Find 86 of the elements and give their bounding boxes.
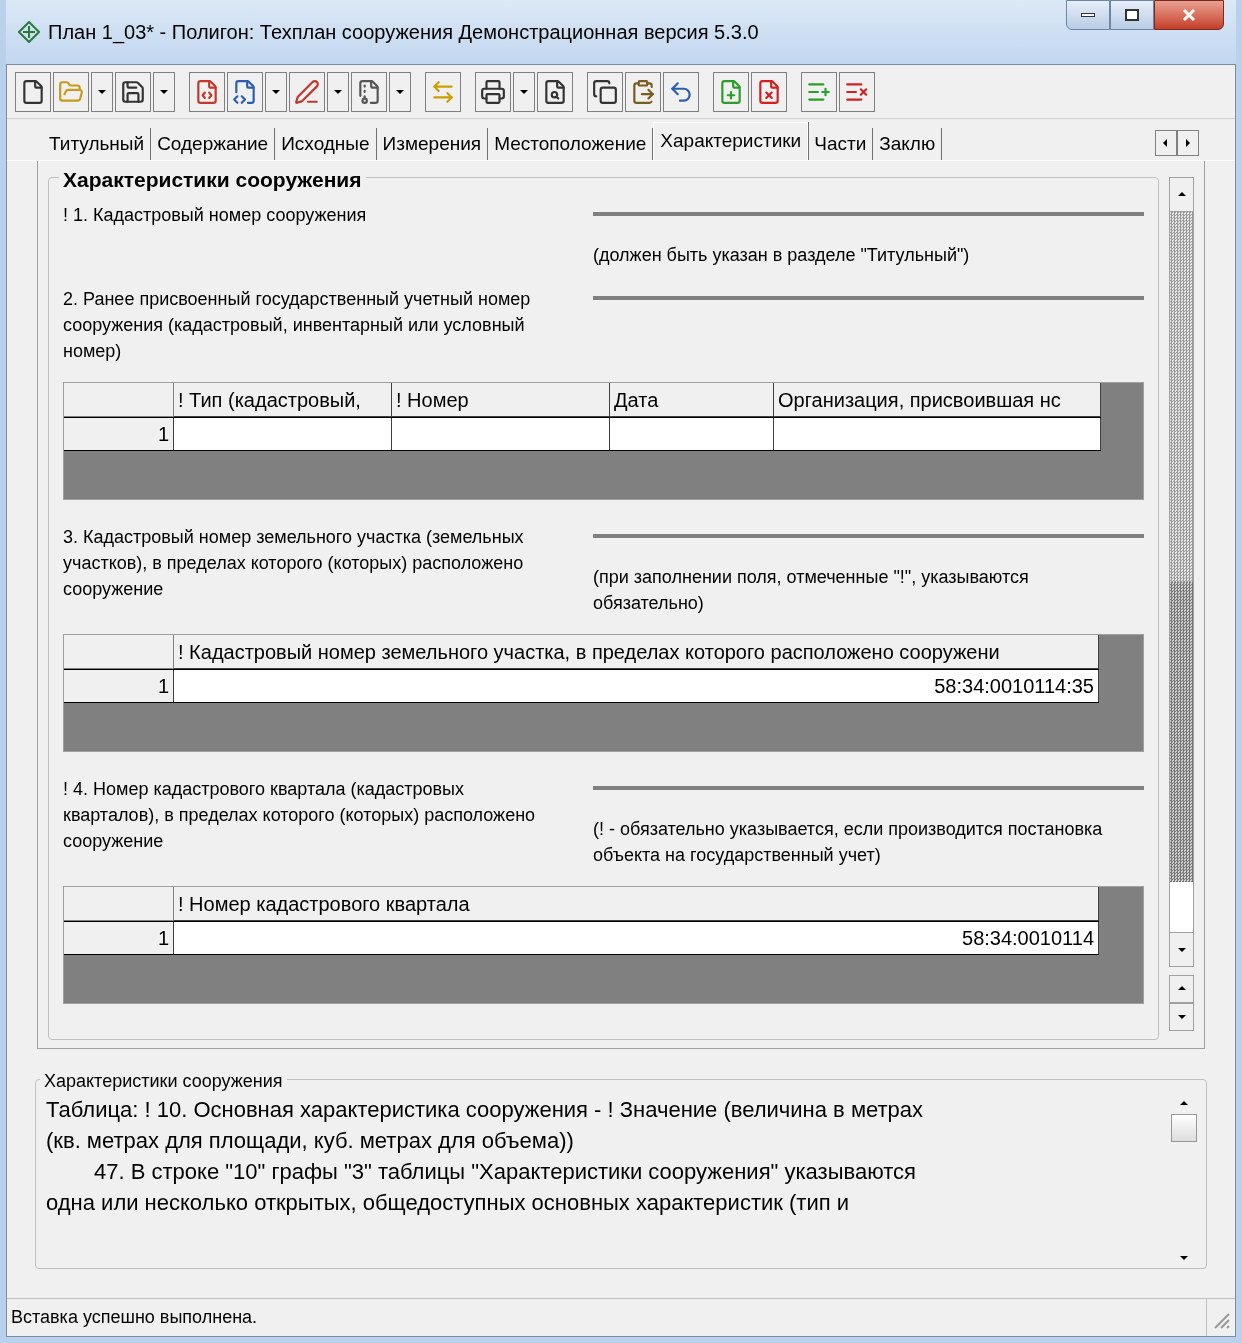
status-text: Вставка успешно выполнена. xyxy=(11,1299,1207,1336)
file-delete-icon xyxy=(756,78,782,105)
field-label: ! 1. Кадастровый номер сооружения xyxy=(63,204,368,227)
dropdown-button[interactable] xyxy=(153,71,175,112)
folder-icon xyxy=(58,78,84,105)
tab-scroll-left-button[interactable] xyxy=(1155,130,1177,156)
crosshair-icon xyxy=(18,21,40,43)
tab[interactable]: Содержание xyxy=(151,128,276,160)
row-number: 1 xyxy=(64,418,174,450)
input-field[interactable] xyxy=(593,296,1144,300)
toolbar-button[interactable] xyxy=(227,71,263,112)
file-plus-icon xyxy=(718,78,744,105)
field-note: (при заполнении поля, отмеченные "!", указываются обязательно) xyxy=(593,566,1030,615)
save-icon xyxy=(120,78,146,105)
column-header[interactable]: ! Тип (кадастровый, xyxy=(174,383,392,417)
row-number: 1 xyxy=(64,922,174,954)
toolbar-button[interactable] xyxy=(663,71,699,112)
tab[interactable]: Исходные xyxy=(275,128,377,160)
toolbar-button[interactable] xyxy=(115,71,151,112)
minimize-button[interactable] xyxy=(1066,0,1110,30)
maximize-button[interactable] xyxy=(1110,0,1154,30)
dropdown-button[interactable] xyxy=(265,71,287,112)
file-icon xyxy=(20,78,46,105)
window-title: План 1_03* - Полигон: Техплан сооружения Демонстрационная версия 5.3.0 xyxy=(48,20,760,46)
table-cell[interactable] xyxy=(174,418,392,450)
toolbar-button[interactable] xyxy=(839,71,875,112)
toolbar-button[interactable] xyxy=(625,71,661,112)
toolbar-button[interactable] xyxy=(537,71,573,112)
minimize-icon xyxy=(1081,13,1095,17)
tab-scroll-right-button[interactable] xyxy=(1177,130,1199,156)
dropdown-button[interactable] xyxy=(513,71,535,112)
toolbar-button[interactable] xyxy=(751,71,787,112)
toolbar-button[interactable] xyxy=(15,71,51,112)
table-cell[interactable] xyxy=(774,418,1101,450)
field-note: (! - обязательно указывается, если производится постановка объекта на государственный учет) xyxy=(593,818,1104,867)
tab[interactable]: Измерения xyxy=(376,128,489,160)
archive-icon xyxy=(356,78,382,105)
column-header[interactable]: Организация, присвоившая нс xyxy=(774,383,1101,417)
dropdown-button[interactable] xyxy=(327,71,349,112)
printer-icon xyxy=(480,78,506,105)
table-cell[interactable] xyxy=(610,418,774,450)
tab[interactable]: Заклю xyxy=(873,128,943,160)
dropdown-button[interactable] xyxy=(389,71,411,112)
field-label: 3. Кадастровый номер земельного участка (земельных участков), в пределах которого (которых) расположено сооружение xyxy=(63,526,525,601)
tab[interactable]: Части xyxy=(808,128,874,160)
input-field[interactable] xyxy=(593,534,1144,538)
table-cell[interactable]: 58:34:0010114 xyxy=(174,922,1099,954)
help-text-line: (кв. метрах для площади, куб. метрах для объема)) xyxy=(46,1127,575,1155)
input-field[interactable] xyxy=(593,212,1144,216)
row-number: 1 xyxy=(64,670,174,702)
toolbar-button[interactable] xyxy=(351,71,387,112)
close-button[interactable] xyxy=(1154,0,1224,30)
preview-icon xyxy=(542,78,568,105)
close-icon xyxy=(1182,8,1196,22)
paste-icon xyxy=(630,78,656,105)
tab[interactable]: Титульный xyxy=(43,128,152,160)
input-field[interactable] xyxy=(593,786,1144,790)
toolbar-button[interactable] xyxy=(587,71,623,112)
xml-file-icon xyxy=(194,78,220,105)
xml-file-icon xyxy=(232,78,258,105)
column-header[interactable]: ! Номер xyxy=(392,383,610,417)
toolbar-button[interactable] xyxy=(289,71,325,112)
help-text-line: 47. В строке "10" графы "3" таблицы "Характеристики сооружения" указываются xyxy=(93,1158,917,1186)
pen-icon xyxy=(294,78,320,105)
field-note: (должен быть указан в разделе "Титульный") xyxy=(593,244,971,267)
tab[interactable]: Характеристики xyxy=(653,122,809,160)
maximize-icon xyxy=(1125,9,1139,21)
scroll-thumb[interactable] xyxy=(1170,582,1193,882)
column-header[interactable]: Дата xyxy=(610,383,774,417)
field-label: 2. Ранее присвоенный государственный учетный номер сооружения (кадастровый, инвентарный или условный номер) xyxy=(63,288,532,363)
toolbar-button[interactable] xyxy=(189,71,225,112)
help-scroll-thumb[interactable] xyxy=(1171,1114,1197,1142)
help-text-line: одна или несколько открытых, общедоступных основных характеристик (тип и xyxy=(46,1189,850,1217)
toolbar-button[interactable] xyxy=(475,71,511,112)
scrollbar[interactable] xyxy=(1169,177,1194,967)
arrows-icon xyxy=(430,78,456,105)
column-header[interactable]: ! Кадастровый номер земельного участка, в пределах которого расположено сооружени xyxy=(174,635,1099,669)
table-cell[interactable] xyxy=(392,418,610,450)
dropdown-button[interactable] xyxy=(91,71,113,112)
copy-icon xyxy=(592,78,618,105)
help-text-line: Таблица: ! 10. Основная характеристика сооружения - ! Значение (величина в метрах xyxy=(46,1096,925,1124)
table-cell[interactable]: 58:34:0010114:35 xyxy=(174,670,1099,702)
field-label: ! 4. Номер кадастрового квартала (кадастровых кварталов), в пределах которого (которых) расположено сооружение xyxy=(63,778,537,853)
spin-up-button[interactable] xyxy=(1169,975,1194,1003)
column-header[interactable]: ! Номер кадастрового квартала xyxy=(174,887,1099,921)
spin-down-button[interactable] xyxy=(1169,1003,1194,1031)
